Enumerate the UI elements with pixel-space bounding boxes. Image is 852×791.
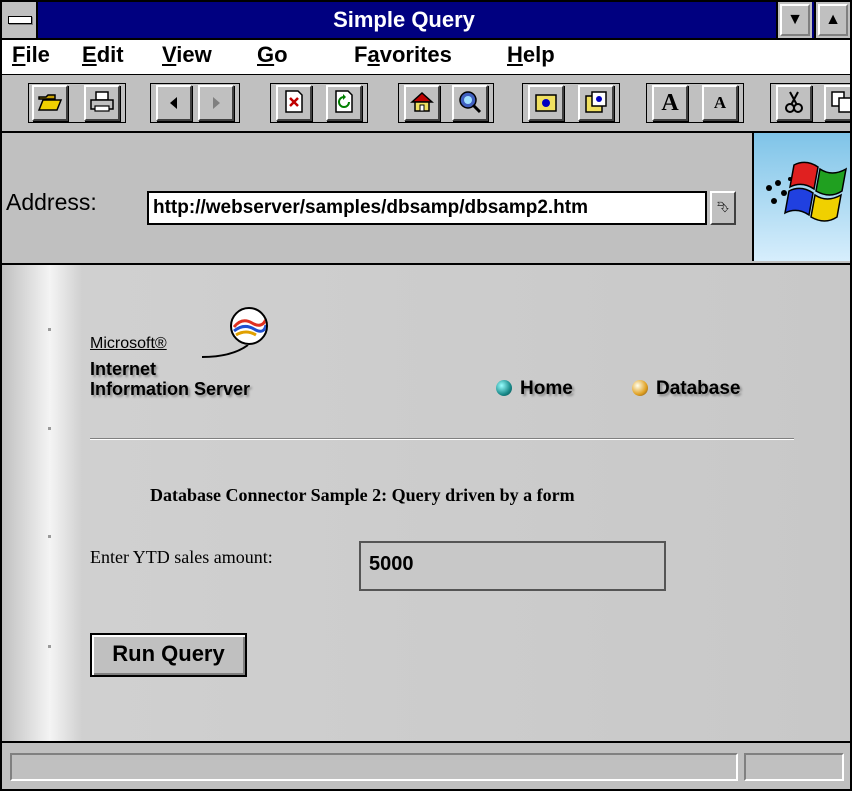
- maximize-icon: ▲: [818, 4, 848, 36]
- cut-button[interactable]: [776, 85, 812, 121]
- stop-icon: [285, 90, 303, 113]
- open-button[interactable]: [32, 85, 68, 121]
- ytd-sales-input[interactable]: 5000: [359, 541, 666, 591]
- status-text-pane: [10, 753, 738, 781]
- windows-flag-icon: [766, 161, 848, 222]
- forward-arrow-icon: [213, 97, 220, 109]
- home-button[interactable]: [404, 85, 440, 121]
- nav-home-link[interactable]: Home: [496, 378, 573, 400]
- toolbar: A A: [2, 75, 850, 133]
- ytd-sales-label: Enter YTD sales amount:: [90, 547, 273, 567]
- copy-button[interactable]: [824, 85, 850, 121]
- search-button[interactable]: [452, 85, 488, 121]
- title-bar: Simple Query ▼ ▲: [2, 2, 850, 40]
- back-button[interactable]: [156, 85, 192, 121]
- search-icon: [459, 91, 482, 114]
- status-zone-pane: [744, 753, 844, 781]
- back-arrow-icon: [170, 97, 177, 109]
- menu-go[interactable]: Go: [257, 42, 288, 68]
- horizontal-divider: [90, 438, 794, 440]
- minimize-icon: ▼: [780, 4, 810, 36]
- menu-file[interactable]: File: [12, 42, 50, 68]
- larger-font-button[interactable]: A: [652, 85, 688, 121]
- nav-database-label: Database: [656, 378, 741, 399]
- address-input[interactable]: http://webserver/samples/dbsamp/dbsamp2.…: [147, 191, 707, 225]
- home-bullet-icon: [496, 380, 512, 396]
- home-icon: [410, 91, 434, 112]
- background-dot: [48, 535, 51, 538]
- refresh-icon: [335, 90, 353, 113]
- folder-open-icon: [37, 94, 63, 111]
- system-menu-button[interactable]: [2, 2, 38, 38]
- iis-globe-logo: [230, 307, 268, 345]
- copy-icon: [831, 91, 850, 113]
- page-content: Microsoft® Internet Information Server H…: [2, 265, 850, 741]
- iis-title-line1: Internet: [90, 359, 157, 379]
- favorites-folder-icon: [535, 94, 557, 112]
- nav-database-link[interactable]: Database: [632, 378, 741, 400]
- background-dot: [48, 645, 51, 648]
- iis-globe-icon: [232, 318, 266, 337]
- add-favorites-button[interactable]: [578, 85, 614, 121]
- menu-favorites[interactable]: Favorites: [354, 42, 452, 68]
- window-title: Simple Query: [333, 7, 475, 32]
- forward-button[interactable]: [198, 85, 234, 121]
- minimize-button[interactable]: ▼: [776, 2, 812, 38]
- windows-logo: [752, 133, 850, 261]
- favorites-button[interactable]: [528, 85, 564, 121]
- address-bar: Address: http://webserver/samples/dbsamp…: [2, 133, 850, 265]
- database-bullet-icon: [632, 380, 648, 396]
- iis-title-line2: Information Server: [90, 379, 251, 399]
- stop-button[interactable]: [276, 85, 312, 121]
- add-to-favorites-icon: [585, 91, 607, 113]
- status-bar: [2, 741, 850, 789]
- print-button[interactable]: [84, 85, 120, 121]
- refresh-button[interactable]: [326, 85, 362, 121]
- logo-swoosh: [202, 345, 249, 358]
- microsoft-logo-text: Microsoft®: [90, 335, 167, 352]
- menu-help[interactable]: Help: [507, 42, 555, 68]
- run-query-button[interactable]: Run Query: [90, 633, 247, 677]
- background-dot: [48, 328, 51, 331]
- dropdown-arrow-icon: ⮷: [716, 199, 729, 216]
- browser-window: Simple Query ▼ ▲ File Edit View Go Favor…: [0, 0, 852, 791]
- menu-view[interactable]: View: [162, 42, 212, 68]
- address-label: Address:: [6, 189, 97, 215]
- smaller-font-icon: A: [713, 93, 727, 112]
- menu-edit[interactable]: Edit: [82, 42, 124, 68]
- scissors-icon: [785, 91, 803, 113]
- background-dot: [48, 427, 51, 430]
- system-menu-icon: [8, 16, 32, 24]
- nav-home-label: Home: [520, 378, 573, 399]
- smaller-font-button[interactable]: A: [702, 85, 738, 121]
- maximize-button[interactable]: ▲: [814, 2, 850, 38]
- printer-icon: [90, 91, 114, 112]
- larger-font-icon: A: [661, 90, 679, 116]
- page-heading: Database Connector Sample 2: Query drive…: [150, 485, 575, 505]
- menu-bar: File Edit View Go Favorites Help: [2, 40, 850, 75]
- address-dropdown-button[interactable]: ⮷: [710, 191, 736, 225]
